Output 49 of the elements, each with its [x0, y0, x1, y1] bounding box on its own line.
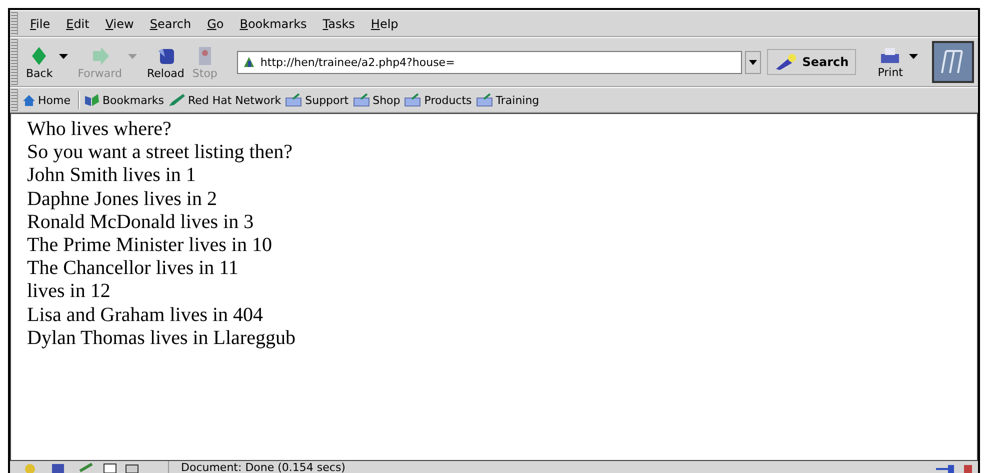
- printer-icon: [879, 46, 902, 66]
- page-text: John Smith lives in 1: [27, 164, 197, 188]
- logo-icon: [932, 41, 974, 83]
- toolbar-grip[interactable]: [11, 39, 18, 85]
- menu-item[interactable]: Edit: [58, 16, 98, 30]
- menu-item[interactable]: View: [97, 16, 142, 30]
- menu-item[interactable]: Tasks: [314, 16, 363, 30]
- menu-item[interactable]: Go: [199, 16, 232, 30]
- menu-item[interactable]: Help: [362, 16, 406, 30]
- house-icon: [22, 94, 36, 106]
- toolbar-grip[interactable]: [11, 89, 18, 111]
- page-text: Daphne Jones lives in 2: [27, 188, 218, 211]
- status-text: Document: Done (0.154 secs): [168, 461, 934, 473]
- caret-icon[interactable]: [58, 54, 68, 58]
- caret-icon: [749, 60, 758, 64]
- page-text: Lisa and Graham lives in 404: [27, 304, 264, 327]
- page-icon: [242, 55, 256, 69]
- page-text: lives in 12: [27, 280, 112, 304]
- bookmark-link[interactable]: Red Hat Network: [168, 93, 286, 107]
- toolbar-button[interactable]: Back: [22, 44, 57, 80]
- page-text: Who lives where?: [27, 118, 172, 142]
- book-icon: [84, 93, 100, 107]
- folder-icon: [476, 93, 494, 107]
- dropdown-button[interactable]: [745, 50, 762, 74]
- bookmark-link[interactable]: Home: [22, 94, 74, 106]
- page-text: The Prime Minister lives in 10: [27, 234, 273, 258]
- bookmark-link[interactable]: Training: [476, 93, 544, 107]
- flashlight-icon: [774, 53, 798, 71]
- bookmark-link[interactable]: Support: [285, 93, 353, 107]
- bookmark-link[interactable]: Products: [404, 93, 476, 107]
- toolbar-button[interactable]: Reload: [142, 44, 188, 80]
- page-text: The Chancellor lives in 11: [27, 257, 240, 280]
- menu-item[interactable]: Search: [142, 16, 200, 30]
- address-field[interactable]: http://hen/trainee/a2.php4?house=: [237, 50, 742, 74]
- page-text: So you want a street listing then?: [27, 141, 294, 164]
- folder-icon: [352, 93, 371, 107]
- caret-icon[interactable]: [909, 54, 918, 58]
- toolbar-grip[interactable]: [11, 12, 18, 35]
- folder-icon: [285, 93, 304, 107]
- pen-icon: [168, 93, 186, 107]
- menu-item[interactable]: Bookmarks: [232, 16, 315, 30]
- page-text: Dylan Thomas lives in Llareggub: [27, 326, 296, 350]
- page-text: Ronald McDonald lives in 3: [27, 210, 255, 234]
- print-button[interactable]: Print: [874, 46, 907, 78]
- menu-item[interactable]: File: [22, 16, 58, 30]
- search-button[interactable]: Search: [767, 49, 856, 75]
- bookmark-link[interactable]: Bookmarks: [84, 93, 168, 107]
- folder-icon: [404, 93, 422, 107]
- bookmark-link[interactable]: Shop: [352, 93, 404, 107]
